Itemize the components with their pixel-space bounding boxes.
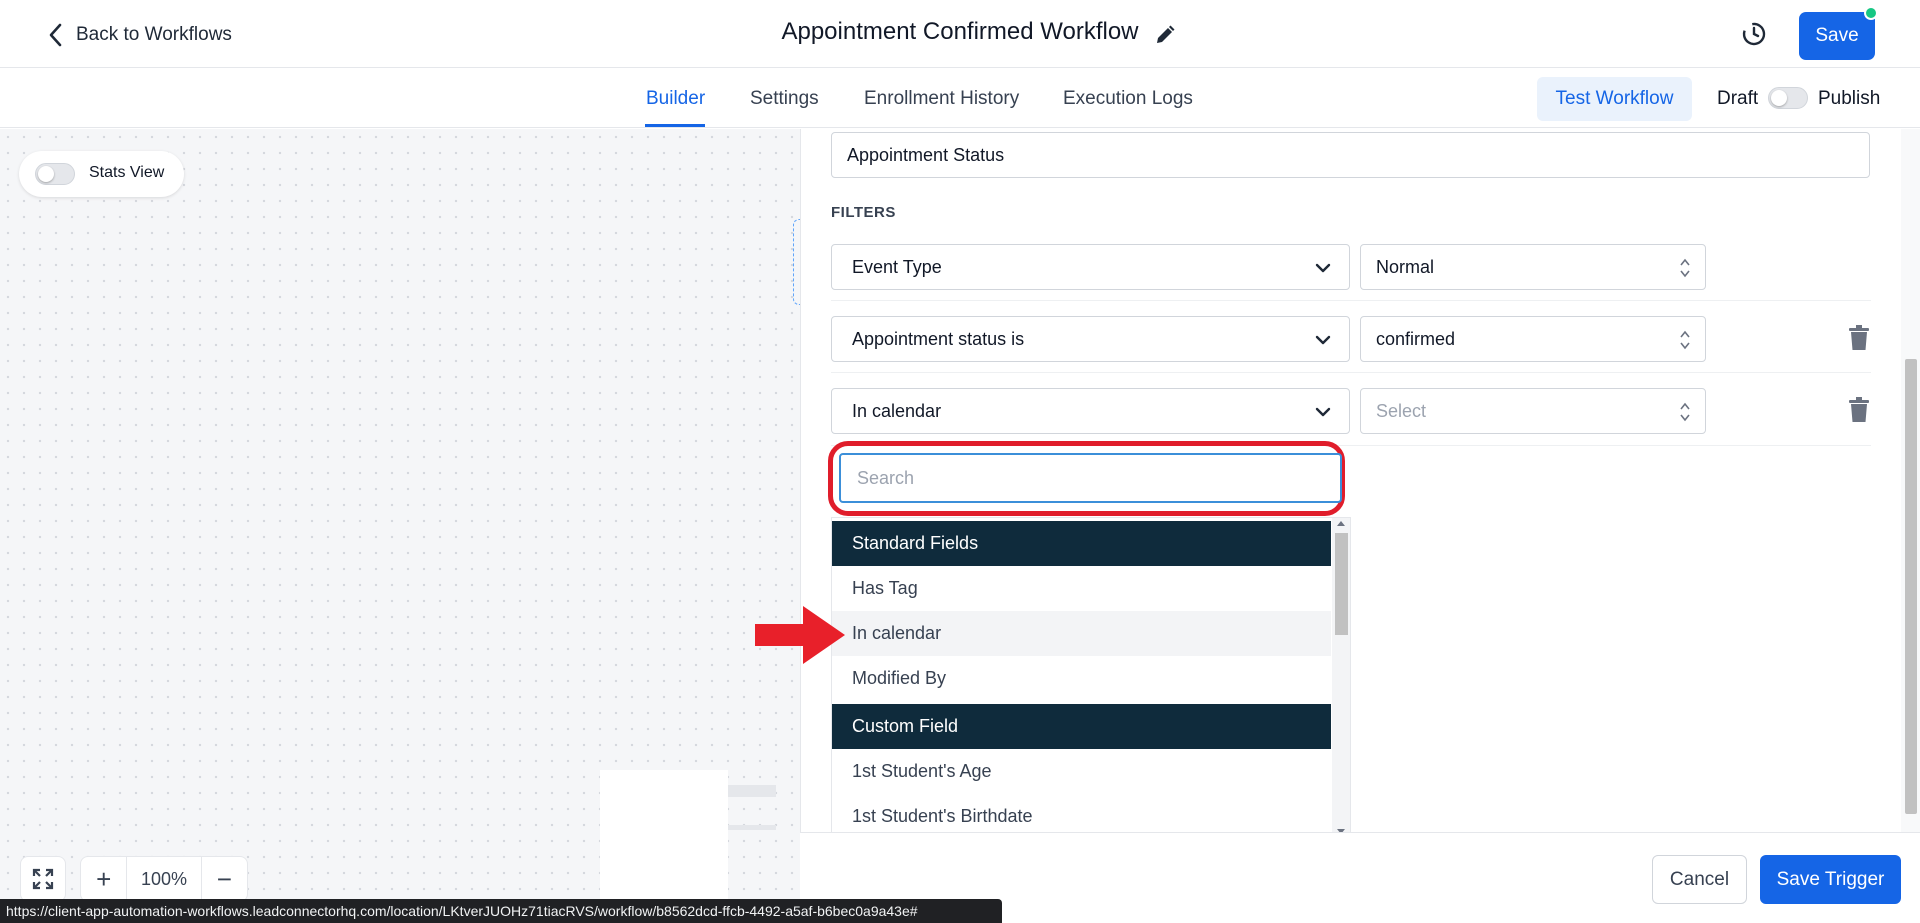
minimap-node (728, 825, 776, 830)
filter-field-value: Appointment status is (852, 328, 1025, 349)
filter-value-select[interactable]: Select (1360, 388, 1706, 434)
selected-node-edge[interactable] (793, 219, 800, 305)
filter-field-select[interactable]: Appointment status is (831, 316, 1350, 362)
pencil-icon[interactable] (1153, 23, 1177, 47)
fit-view-button[interactable] (20, 856, 66, 902)
dropdown-scrollbar[interactable] (1332, 518, 1350, 838)
dropdown-search-input[interactable] (839, 453, 1342, 503)
delete-filter-trash-icon[interactable] (1848, 397, 1870, 423)
chevron-down-icon (1315, 407, 1331, 417)
select-arrows-icon (1680, 258, 1690, 278)
dropdown-option[interactable]: 1st Student's Age (832, 749, 1331, 794)
red-arrow-annotation-icon (755, 606, 845, 664)
zoom-level: 100% (126, 856, 202, 902)
filter-field-value: Event Type (852, 256, 942, 277)
dropdown-option[interactable]: Modified By (832, 656, 1331, 701)
filter-field-value: In calendar (852, 400, 942, 421)
zoom-in-button[interactable]: + (81, 856, 126, 902)
minimap-node (728, 785, 776, 797)
panel-scrollbar[interactable] (1901, 129, 1920, 832)
trigger-panel: Appointment Status FILTERS Event Type No… (800, 129, 1920, 923)
back-to-workflows-link[interactable]: Back to Workflows (48, 20, 232, 50)
stats-view-toggle[interactable] (35, 163, 75, 185)
zoom-out-button[interactable]: − (202, 856, 247, 902)
filter-row-divider (831, 300, 1871, 301)
history-icon[interactable] (1740, 20, 1768, 48)
filter-row-divider (831, 372, 1871, 373)
test-workflow-button[interactable]: Test Workflow (1537, 77, 1692, 121)
select-arrows-icon (1680, 330, 1690, 350)
select-arrows-icon (1680, 402, 1690, 422)
active-tab-indicator (645, 124, 705, 127)
workflow-tab-bar: Builder Settings Enrollment History Exec… (0, 68, 1920, 128)
publish-label: Publish (1818, 88, 1881, 109)
filter-value-select[interactable]: confirmed (1360, 316, 1706, 362)
dropdown-group-header: Custom Field (832, 704, 1331, 749)
field-dropdown-list: Standard Fields Has Tag In calendar Modi… (831, 517, 1351, 839)
tab-enrollment-history[interactable]: Enrollment History (864, 88, 1019, 110)
zoom-controls: + 100% − (80, 856, 248, 902)
dropdown-scroll-thumb[interactable] (1335, 533, 1348, 635)
workflow-title: Appointment Confirmed Workflow (781, 18, 1139, 45)
filter-value-select[interactable]: Normal (1360, 244, 1706, 290)
filters-heading: FILTERS (831, 204, 896, 221)
workflow-canvas[interactable]: Stats View + 100% − (0, 129, 800, 923)
chevron-left-icon (49, 23, 62, 47)
filter-field-select[interactable]: In calendar (831, 388, 1350, 434)
filter-value-text: Normal (1376, 256, 1435, 277)
tab-builder[interactable]: Builder (646, 88, 705, 110)
browser-status-url: https://client-app-automation-workflows.… (0, 899, 1002, 923)
chevron-down-icon (1315, 335, 1331, 345)
panel-scroll-thumb[interactable] (1905, 359, 1917, 814)
stats-view-control: Stats View (19, 151, 184, 197)
dropdown-group-header: Standard Fields (832, 521, 1331, 566)
draft-label: Draft (1717, 88, 1759, 109)
unsaved-status-dot (1864, 6, 1878, 20)
save-trigger-button[interactable]: Save Trigger (1760, 855, 1901, 904)
dropdown-option[interactable]: Has Tag (832, 566, 1331, 611)
stats-view-label: Stats View (89, 164, 165, 181)
top-header: Back to Workflows Appointment Confirmed … (0, 0, 1920, 68)
filter-field-select[interactable]: Event Type (831, 244, 1350, 290)
tab-settings[interactable]: Settings (750, 88, 819, 110)
scroll-up-arrow-icon[interactable] (1337, 521, 1345, 526)
dropdown-option-highlighted[interactable]: In calendar (832, 611, 1331, 656)
filter-value-text: confirmed (1376, 328, 1456, 349)
save-button[interactable]: Save (1799, 12, 1875, 60)
delete-filter-trash-icon[interactable] (1848, 325, 1870, 351)
tab-execution-logs[interactable]: Execution Logs (1063, 88, 1193, 110)
back-label: Back to Workflows (76, 24, 232, 45)
filter-value-placeholder: Select (1376, 400, 1427, 421)
trigger-name-input[interactable]: Appointment Status (831, 132, 1870, 178)
chevron-down-icon (1315, 263, 1331, 273)
expand-icon (32, 868, 54, 890)
publish-toggle[interactable] (1768, 87, 1808, 109)
cancel-button[interactable]: Cancel (1652, 855, 1747, 904)
